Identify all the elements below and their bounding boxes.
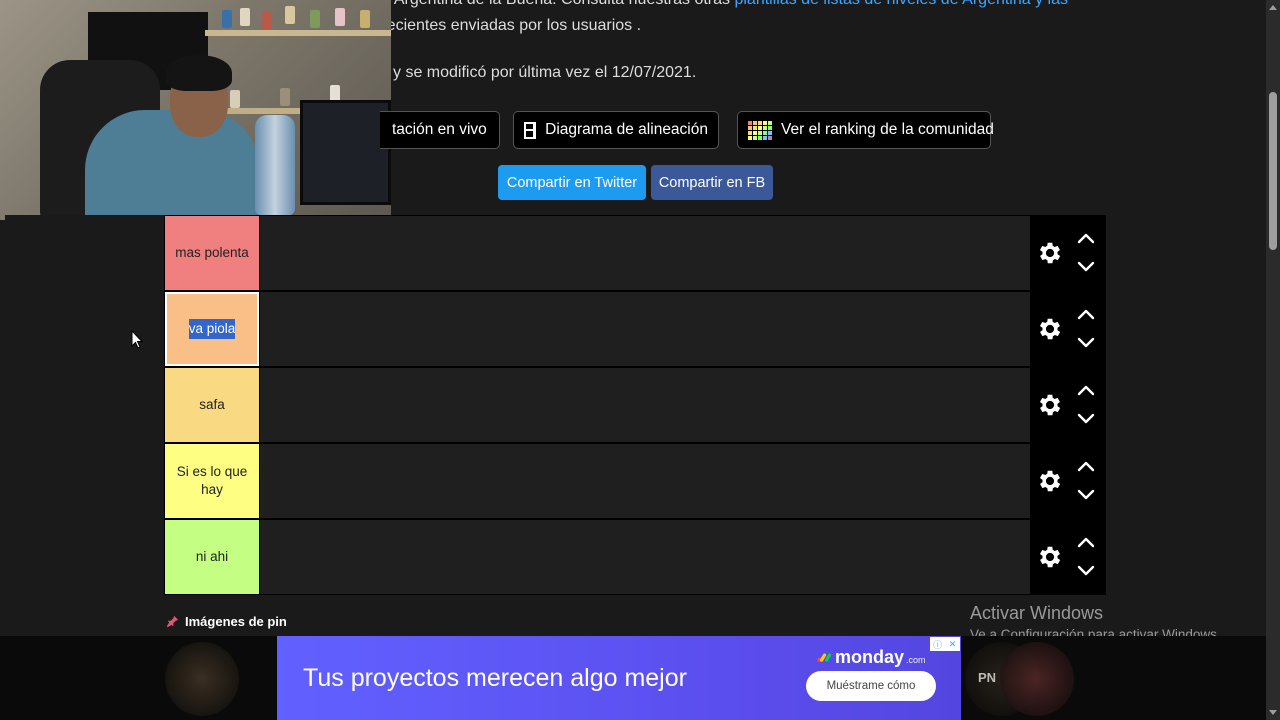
chevron-down-icon[interactable] [1077,565,1095,577]
ad-brand-name: monday [835,647,905,667]
gear-icon[interactable] [1036,467,1064,495]
description-line-3: y se modificó por última vez el 12/07/20… [393,64,697,81]
webcam-bottle [255,115,295,215]
webcam-screen [300,100,391,205]
share-twitter-button[interactable]: Compartir en Twitter [498,165,646,200]
chevron-up-icon[interactable] [1077,308,1095,320]
community-ranking-button[interactable]: Ver el ranking de la comunidad [737,111,994,149]
chevron-down-icon[interactable] [1077,261,1095,273]
advertisement-banner[interactable]: Tus proyectos merecen algo mejor monday.… [277,636,961,720]
chevron-up-icon[interactable] [1077,460,1095,472]
description-text: nida Argentina de la Bueña. Consulta nue… [360,0,734,8]
gear-icon[interactable] [1036,315,1064,343]
chevron-up-icon[interactable] [1077,536,1095,548]
pin-icon [166,615,179,628]
ad-info-icon[interactable]: ⓘ [930,637,945,651]
tier-label-text[interactable]: Si es lo que hay [171,463,253,499]
alignment-chart-button[interactable]: Diagrama de alineación [513,111,719,149]
webcam-person [85,110,260,220]
gear-icon[interactable] [1036,543,1064,571]
tier-controls [1031,367,1106,443]
windows-activation-title: Activar Windows [970,603,1104,623]
tier-label[interactable]: mas polenta [165,216,259,290]
ad-choices-badge[interactable]: ⓘ ✕ [930,637,960,651]
scrollbar-thumb[interactable] [1269,92,1277,250]
alignment-chart-label: Diagrama de alineación [545,121,708,138]
webcam-overlay [0,0,391,220]
tier-label-text[interactable]: va piola [188,319,236,339]
tier-controls [1031,519,1106,595]
tier-label[interactable]: ni ahi [165,520,259,594]
tier-row: Si es lo que hay [164,443,1106,519]
tier-label[interactable]: safa [165,368,259,442]
chevron-up-icon[interactable] [1077,232,1095,244]
tier-label-text[interactable]: mas polenta [175,244,249,262]
pinned-image-thumbnail[interactable] [165,642,239,716]
tier-drop-zone[interactable] [260,216,1030,290]
grid-icon [524,121,537,139]
gear-icon[interactable] [1036,391,1064,419]
ad-headline: Tus proyectos merecen algo mejor [303,664,687,692]
tier-controls [1031,291,1106,367]
chevron-up-icon[interactable] [1077,384,1095,396]
share-facebook-button[interactable]: Compartir en FB [651,165,773,200]
tier-controls [1031,215,1106,291]
ad-close-icon[interactable]: ✕ [945,637,960,651]
chevron-down-icon[interactable] [1077,413,1095,425]
tier-row: safa [164,367,1106,443]
tier-drop-zone[interactable] [260,368,1030,442]
ranking-grid-icon [748,120,772,140]
tier-drop-zone[interactable] [260,520,1030,594]
tier-row: va piola [164,291,1106,367]
tier-label[interactable]: Si es lo que hay [165,444,259,518]
pinned-images-label: Imágenes de pin [185,614,287,629]
tier-controls [1031,443,1106,519]
gear-icon[interactable] [1036,239,1064,267]
chevron-down-icon[interactable] [1077,489,1095,501]
live-presentation-label: tación en vivo [392,121,487,138]
scroll-up-icon[interactable] [1269,5,1277,10]
monday-logo-icon [817,653,832,663]
chevron-down-icon[interactable] [1077,337,1095,349]
tier-label-text[interactable]: ni ahi [196,548,228,566]
tier-row: mas polenta [164,215,1106,291]
tier-drop-zone[interactable] [260,292,1030,366]
pn-label: PN [978,670,997,685]
page-scrollbar[interactable] [1266,0,1280,720]
description-line-1: nida Argentina de la Bueña. Consulta nue… [360,0,1068,11]
community-ranking-label: Ver el ranking de la comunidad [781,121,994,138]
pinned-images-heading: Imágenes de pin [166,614,287,629]
tier-drop-zone[interactable] [260,444,1030,518]
argentina-templates-link[interactable]: plantillas de listas de niveles de Argen… [734,0,1068,8]
ad-cta-button[interactable]: Muéstrame cómo [806,671,936,701]
tier-label-text[interactable]: safa [199,396,225,414]
pinned-image-thumbnail[interactable] [1000,642,1074,716]
scroll-down-icon[interactable] [1269,710,1277,715]
webcam-shelf [205,30,391,36]
ad-brand-suffix: .com [906,655,926,665]
tier-list: mas polenta va piola safa Si es lo que hay n… [164,215,1106,595]
tier-row: ni ahi [164,519,1106,595]
tier-label[interactable]: va piola [164,291,260,367]
ad-brand-logo: monday .com [817,647,926,668]
webcam-person-hair [166,55,232,91]
live-presentation-button[interactable]: tación en vivo [380,111,500,149]
description-line-2: ás recientes enviadas por los usuarios . [360,17,642,34]
mouse-cursor-icon [131,330,143,349]
